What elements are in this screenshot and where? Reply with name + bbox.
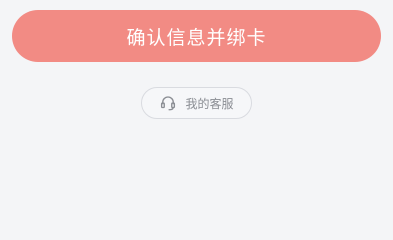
customer-service-button[interactable]: 我的客服 bbox=[141, 87, 252, 119]
headset-icon bbox=[159, 94, 177, 112]
customer-service-label: 我的客服 bbox=[185, 96, 234, 111]
confirm-bind-card-button[interactable]: 确认信息并绑卡 bbox=[12, 10, 381, 62]
